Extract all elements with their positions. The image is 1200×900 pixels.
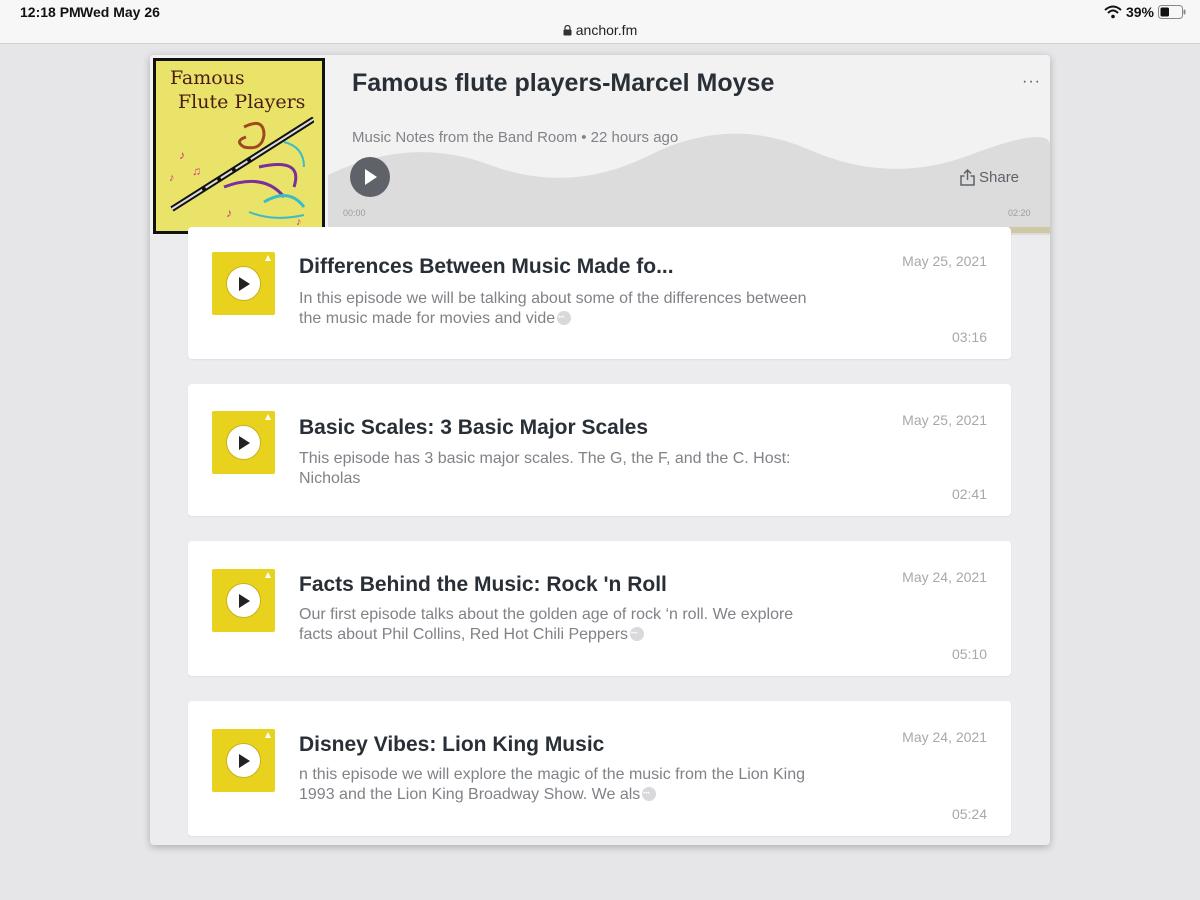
anchor-logo-icon	[265, 255, 271, 261]
episode-duration: 05:10	[951, 646, 987, 662]
episode-play-thumbnail[interactable]	[212, 411, 275, 474]
svg-text:♫: ♫	[192, 164, 201, 178]
status-indicators: 39%	[1104, 3, 1186, 21]
url-text: anchor.fm	[575, 22, 638, 38]
anchor-logo-icon	[265, 414, 271, 420]
status-time: 12:18 PM	[20, 4, 81, 20]
cover-title-line2: Flute Players	[178, 91, 306, 113]
episode-date: May 25, 2021	[902, 412, 987, 428]
episode-card[interactable]: Disney Vibes: Lion King Music n this epi…	[188, 701, 1011, 836]
episode-card[interactable]: Facts Behind the Music: Rock 'n Roll Our…	[188, 541, 1011, 676]
episode-description: In this episode we will be talking about…	[299, 289, 819, 329]
play-icon	[238, 435, 250, 450]
episode-duration: 02:41	[951, 486, 987, 502]
episode-title[interactable]: Facts Behind the Music: Rock 'n Roll	[299, 573, 667, 597]
play-icon	[238, 593, 250, 608]
play-icon	[238, 753, 250, 768]
podcast-embed-card: Famous Flute Players ♪ ♫ ♪ ♪ ♪ Famous fl…	[150, 55, 1050, 845]
anchor-logo-icon	[265, 572, 271, 578]
episode-description: This episode has 3 basic major scales. T…	[299, 450, 791, 487]
svg-text:♪: ♪	[179, 148, 185, 162]
episode-description: n this episode we will explore the magic…	[299, 765, 819, 805]
main-play-button[interactable]	[350, 157, 390, 197]
episode-description-text: Our first episode talks about the golden…	[299, 606, 794, 643]
lock-icon	[563, 25, 572, 36]
episode-title[interactable]: Differences Between Music Made fo...	[299, 255, 674, 279]
expand-description-icon[interactable]	[630, 624, 645, 644]
play-icon	[365, 169, 377, 185]
episode-duration: 05:24	[951, 806, 987, 822]
episode-play-thumbnail[interactable]	[212, 252, 275, 315]
podcast-cover-art: Famous Flute Players ♪ ♫ ♪ ♪ ♪	[153, 58, 325, 234]
flute-illustration: ♪ ♫ ♪ ♪ ♪	[169, 117, 314, 228]
wifi-icon	[1104, 5, 1122, 19]
episode-card[interactable]: Differences Between Music Made fo... In …	[188, 227, 1011, 359]
episode-date: May 24, 2021	[902, 569, 987, 585]
status-date: Wed May 26	[80, 4, 160, 20]
elapsed-time: 00:00	[343, 208, 366, 218]
url-bar[interactable]: anchor.fm	[0, 22, 1200, 38]
more-options-button[interactable]: ···	[1022, 73, 1041, 91]
share-icon	[960, 169, 975, 186]
anchor-logo-icon	[265, 732, 271, 738]
podcast-meta: Music Notes from the Band Room • 22 hour…	[352, 129, 679, 146]
total-time: 02:20	[1008, 208, 1031, 218]
episode-title[interactable]: Basic Scales: 3 Basic Major Scales	[299, 416, 648, 440]
episode-description-text: In this episode we will be talking about…	[299, 290, 807, 327]
episode-title[interactable]: Disney Vibes: Lion King Music	[299, 733, 604, 757]
browser-status-bar: 12:18 PM Wed May 26 anchor.fm 39%	[0, 0, 1200, 44]
svg-text:♪: ♪	[169, 172, 175, 184]
episode-card[interactable]: Basic Scales: 3 Basic Major Scales This …	[188, 384, 1011, 516]
share-button[interactable]: Share	[960, 169, 1019, 186]
battery-icon	[1158, 5, 1186, 19]
episode-date: May 25, 2021	[902, 253, 987, 269]
now-playing-title: Famous flute players-Marcel Moyse	[352, 69, 775, 97]
battery-percent: 39%	[1125, 4, 1154, 20]
expand-description-icon[interactable]	[642, 784, 657, 804]
play-icon	[238, 276, 250, 291]
svg-text:♪: ♪	[226, 206, 232, 220]
share-label: Share	[979, 169, 1020, 186]
episode-player: Famous Flute Players ♪ ♫ ♪ ♪ ♪ Famous fl…	[150, 55, 1050, 235]
episode-duration: 03:16	[951, 329, 987, 345]
cover-title-line1: Famous	[170, 67, 245, 89]
episode-play-thumbnail[interactable]	[212, 729, 275, 792]
episode-description: Our first episode talks about the golden…	[299, 605, 819, 645]
expand-description-icon[interactable]	[557, 308, 572, 328]
episode-play-thumbnail[interactable]	[212, 569, 275, 632]
episode-date: May 24, 2021	[902, 729, 987, 745]
episode-description-text: n this episode we will explore the magic…	[299, 766, 806, 803]
